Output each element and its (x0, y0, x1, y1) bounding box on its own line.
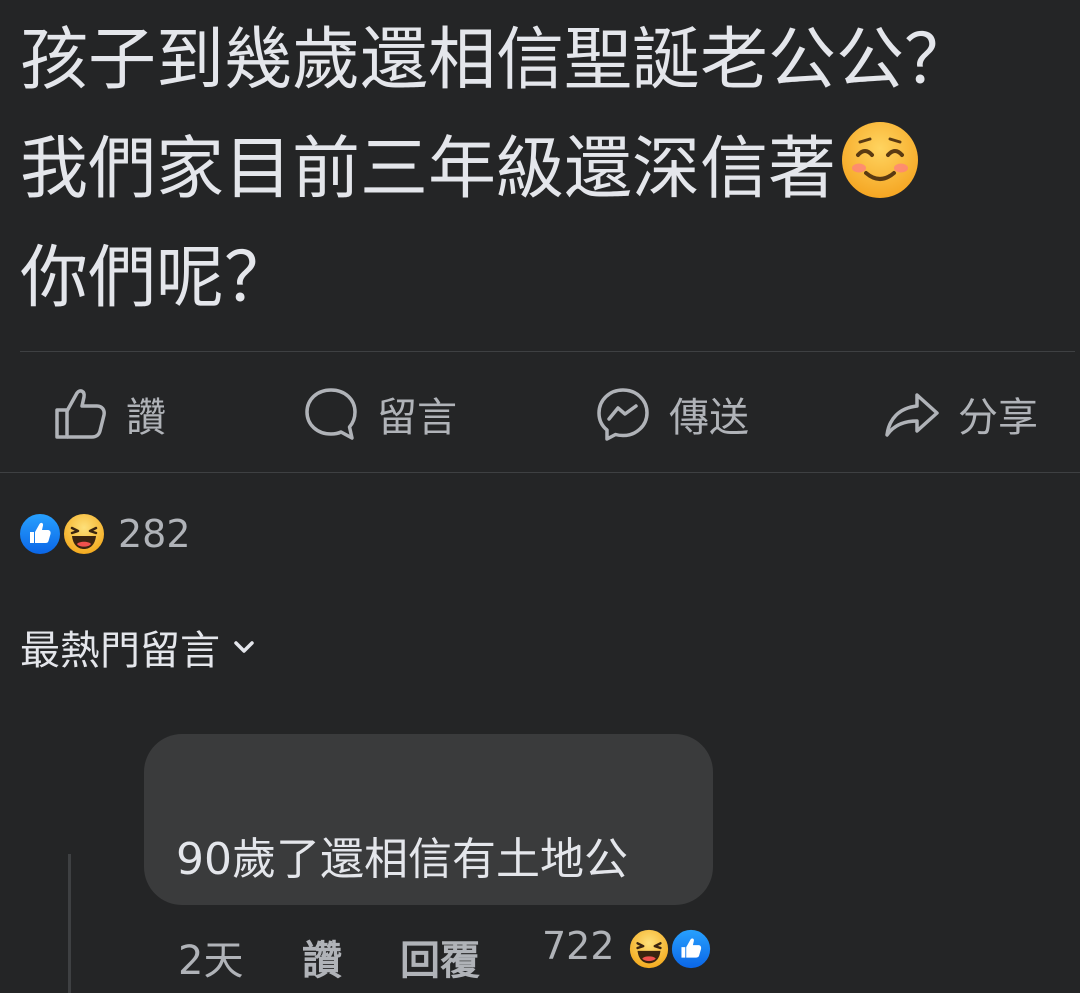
actions-divider-bottom (0, 472, 1080, 473)
comment-bubble-icon (305, 388, 357, 440)
share-arrow-icon (885, 393, 939, 437)
reaction-icons (18, 512, 110, 556)
post-line-2-text: 我們家目前三年級還深信著 (20, 130, 837, 209)
actions-divider-top (20, 351, 1075, 352)
send-button-label: 傳送 (669, 395, 749, 441)
comment-meta: 2天 讚 回覆 722 (178, 920, 778, 984)
comment-thread-line (68, 854, 71, 993)
post-line-1: 孩子到幾歲還相信聖誕老公公？ (20, 21, 973, 100)
post-reactions-summary[interactable]: 282 (18, 512, 191, 556)
comment-button-label: 留言 (377, 395, 457, 441)
chevron-down-icon (234, 641, 254, 653)
post-line-3: 你們呢？ (20, 239, 293, 318)
post-line-2: 我們家目前三年級還深信著 (20, 115, 1070, 224)
comment-reaction-icons[interactable] (628, 928, 718, 970)
haha-reaction-icon (628, 928, 670, 970)
post-text: 孩子到幾歲還相信聖誕老公公？ 我們家目前三年級還深信著 你們呢？ (20, 6, 1070, 333)
messenger-icon (597, 388, 649, 441)
send-button[interactable]: 傳送 (595, 376, 749, 452)
like-reaction-icon (18, 512, 62, 556)
like-button[interactable]: 讚 (52, 376, 166, 452)
share-button[interactable]: 分享 (884, 376, 1038, 452)
comment-sort-dropdown[interactable]: 最熱門留言 (20, 618, 256, 676)
reaction-count: 282 (118, 512, 191, 556)
thumbs-up-icon (55, 389, 106, 439)
haha-reaction-icon (62, 512, 106, 556)
post-action-bar: 讚 留言 傳送 分享 (0, 376, 1080, 456)
comment-timestamp: 2天 (178, 938, 244, 984)
like-reaction-icon (670, 928, 712, 970)
share-button-label: 分享 (958, 395, 1038, 441)
comment-reaction-count[interactable]: 722 (542, 924, 615, 968)
smiling-face-emoji-icon (842, 122, 919, 198)
comment-sort-label: 最熱門留言 (20, 628, 220, 674)
comment-text: 90歲了還相信有土地公 (176, 834, 628, 885)
like-button-label: 讚 (126, 395, 166, 441)
comment-button[interactable]: 留言 (303, 376, 457, 452)
comment-like-button[interactable]: 讚 (302, 928, 342, 986)
comment-reply-button[interactable]: 回覆 (400, 928, 480, 986)
